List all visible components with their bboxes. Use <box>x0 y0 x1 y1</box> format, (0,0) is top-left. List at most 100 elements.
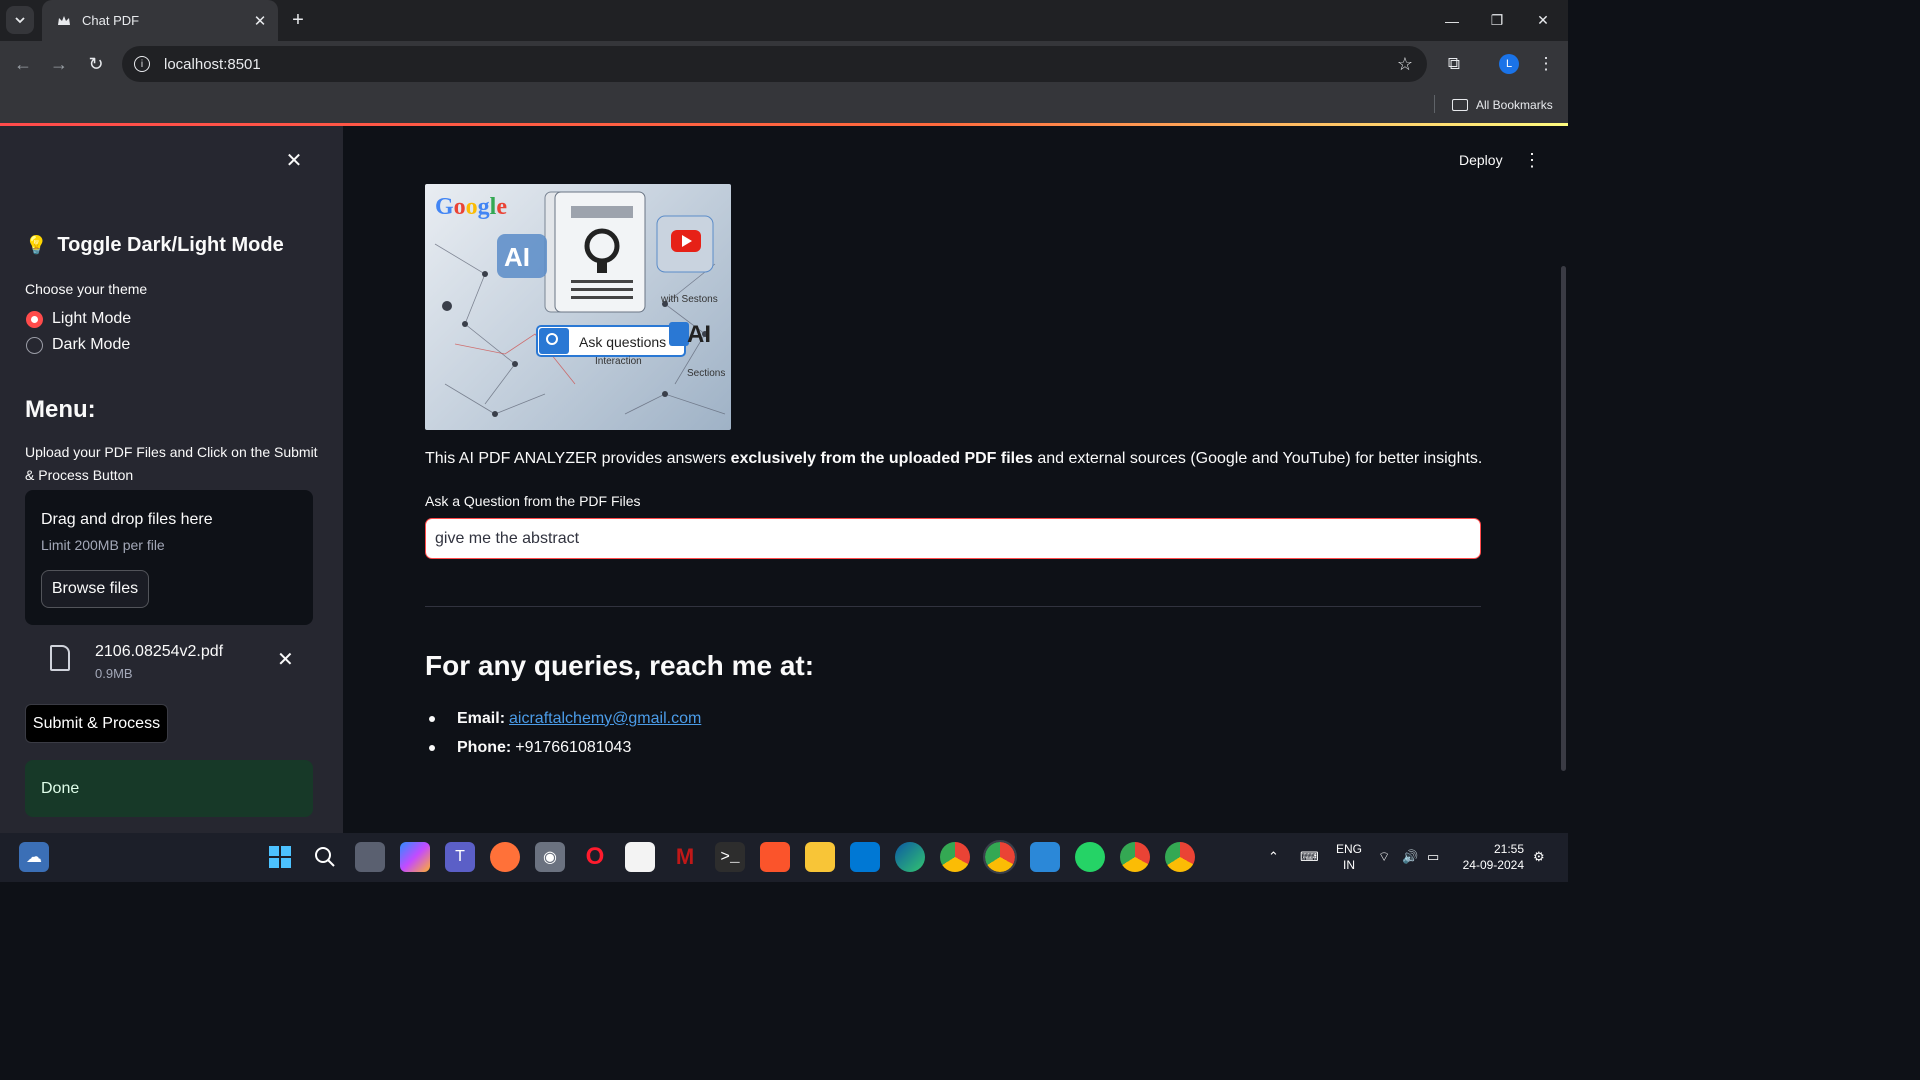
contact-heading: For any queries, reach me at: <box>425 650 815 681</box>
back-button[interactable]: ← <box>9 50 37 78</box>
battery-icon[interactable]: ▭ <box>1427 849 1439 865</box>
store-icon[interactable] <box>625 842 655 872</box>
chrome-profile-icon[interactable] <box>983 840 1017 874</box>
description-bold: exclusively from the uploaded PDF files <box>730 450 1033 467</box>
uploaded-file: 2106.08254v2.pdf 0.9MB ✕ <box>25 631 313 687</box>
window-close-button[interactable]: ✕ <box>1520 0 1566 41</box>
submit-process-button[interactable]: Submit & Process <box>25 704 168 743</box>
success-alert: Done <box>25 760 313 817</box>
chrome-icon-2[interactable] <box>1120 842 1150 872</box>
sidebar: ✕ 💡 Toggle Dark/Light Mode Choose your t… <box>0 126 343 833</box>
radio-dark-mode[interactable]: Dark Mode <box>26 336 130 354</box>
browse-files-button[interactable]: Browse files <box>41 570 149 608</box>
region-code: IN <box>1343 858 1355 872</box>
tab-search-button[interactable] <box>6 6 34 34</box>
tab-close-icon[interactable]: ✕ <box>250 11 270 31</box>
system-clock[interactable]: 21:55 24-09-2024 <box>1460 841 1524 873</box>
radio-label: Dark Mode <box>52 336 131 353</box>
google-logo-text: Google <box>435 194 507 220</box>
browser-toolbar: ← → ↻ i localhost:8501 ☆ ⧉ L ⋮ <box>0 41 1568 87</box>
radio-label: Light Mode <box>52 310 132 327</box>
file-dropzone[interactable]: Drag and drop files here Limit 200MB per… <box>25 490 313 625</box>
bookmarks-divider <box>1434 95 1435 113</box>
forward-button[interactable]: → <box>45 50 73 78</box>
phone-value: +917661081043 <box>515 738 632 756</box>
chevron-down-icon <box>15 17 25 24</box>
phone-label: Phone: <box>457 738 512 756</box>
terminal-icon[interactable]: >_ <box>715 842 745 872</box>
contact-list: Email: aicraftalchemy@gmail.com Phone: +… <box>425 704 701 762</box>
whatsapp-icon[interactable] <box>1075 842 1105 872</box>
theme-prompt: Choose your theme <box>25 281 148 297</box>
task-view-icon[interactable] <box>355 842 385 872</box>
browser-tab-bar: Chat PDF ✕ + — ❐ ✕ <box>0 0 1568 41</box>
browser-tab[interactable]: Chat PDF ✕ <box>42 0 278 41</box>
keyboard-icon[interactable]: ⌨ <box>1300 849 1319 865</box>
mcafee-icon[interactable]: M <box>670 842 700 872</box>
wifi-icon[interactable]: ⌔ <box>1378 849 1390 865</box>
camera-icon[interactable]: ◉ <box>535 842 565 872</box>
app-description: This AI PDF ANALYZER provides answers ex… <box>425 450 1482 468</box>
weather-widget-icon[interactable]: ☁ <box>19 842 49 872</box>
remove-file-icon[interactable]: ✕ <box>277 647 294 672</box>
chrome-icon-3[interactable] <box>1165 842 1195 872</box>
deploy-button[interactable]: Deploy <box>1459 152 1503 168</box>
divider <box>425 606 1481 607</box>
bookmark-star-icon[interactable]: ☆ <box>1397 54 1413 75</box>
chrome-icon[interactable] <box>940 842 970 872</box>
ai-badge-text: AI <box>504 242 530 272</box>
restore-button[interactable]: ❐ <box>1474 0 1520 41</box>
minimize-button[interactable]: — <box>1429 0 1475 41</box>
file-icon <box>50 645 70 671</box>
start-menu-icon[interactable] <box>265 842 295 872</box>
copilot-icon[interactable] <box>400 842 430 872</box>
volume-icon[interactable]: 🔊 <box>1402 849 1418 865</box>
clock-date: 24-09-2024 <box>1462 858 1524 872</box>
file-explorer-icon[interactable] <box>805 842 835 872</box>
teams-icon[interactable]: T <box>445 842 475 872</box>
sidebar-close-button[interactable]: ✕ <box>284 150 304 172</box>
address-bar[interactable]: i localhost:8501 ☆ <box>122 46 1427 82</box>
browser-menu-icon[interactable]: ⋮ <box>1533 51 1559 77</box>
description-suffix: and external sources (Google and YouTube… <box>1032 450 1483 467</box>
profile-avatar[interactable]: L <box>1499 54 1519 74</box>
brave-icon[interactable] <box>760 842 790 872</box>
new-tab-button[interactable]: + <box>287 9 309 31</box>
question-input[interactable]: give me the abstract <box>425 518 1481 559</box>
radio-unchecked-icon[interactable] <box>26 336 43 354</box>
notepad-icon[interactable] <box>1030 842 1060 872</box>
file-size: 0.9MB <box>95 666 133 681</box>
app-menu-icon[interactable]: ⋮ <box>1523 150 1541 171</box>
reload-button[interactable]: ↻ <box>82 50 110 78</box>
dropzone-limit: Limit 200MB per file <box>41 537 165 553</box>
folder-icon <box>1452 99 1468 111</box>
with-sestons-text: with Sestons <box>660 294 718 305</box>
theme-heading: 💡 Toggle Dark/Light Mode <box>25 234 284 257</box>
radio-checked-icon[interactable] <box>26 310 43 328</box>
opera-icon[interactable]: O <box>580 842 610 872</box>
site-info-icon[interactable]: i <box>134 56 150 72</box>
windows-taskbar: ☁ T ◉ O M >_ ⌃ ⌨ ENG IN ⌔ 🔊 ▭ 21:55 24-0… <box>0 833 1568 882</box>
firefox-icon[interactable] <box>490 842 520 872</box>
tray-overflow-icon[interactable]: ⌃ <box>1268 849 1279 865</box>
bookmarks-bar: All Bookmarks <box>0 87 1568 123</box>
search-icon[interactable] <box>310 842 340 872</box>
extensions-icon[interactable]: ⧉ <box>1441 51 1467 77</box>
bullet-icon <box>429 744 435 751</box>
email-link[interactable]: aicraftalchemy@gmail.com <box>509 710 701 728</box>
radio-light-mode[interactable]: Light Mode <box>26 310 131 328</box>
all-bookmarks-label: All Bookmarks <box>1476 98 1553 112</box>
scrollbar[interactable] <box>1561 266 1566 771</box>
all-bookmarks-button[interactable]: All Bookmarks <box>1452 95 1553 115</box>
language-indicator[interactable]: ENG IN <box>1336 841 1362 873</box>
edge-icon[interactable] <box>895 842 925 872</box>
description-prefix: This AI PDF ANALYZER provides answers <box>425 450 731 467</box>
theme-heading-text: Toggle Dark/Light Mode <box>57 234 284 256</box>
notifications-icon[interactable]: ⚙ <box>1533 849 1545 865</box>
vscode-icon[interactable] <box>850 842 880 872</box>
crown-icon <box>56 13 72 29</box>
main-content: Deploy ⋮ Google AI Ask questions AI Inte… <box>343 126 1568 833</box>
clock-time: 21:55 <box>1493 842 1524 856</box>
email-label: Email: <box>457 709 506 727</box>
language-code: ENG <box>1336 842 1363 856</box>
